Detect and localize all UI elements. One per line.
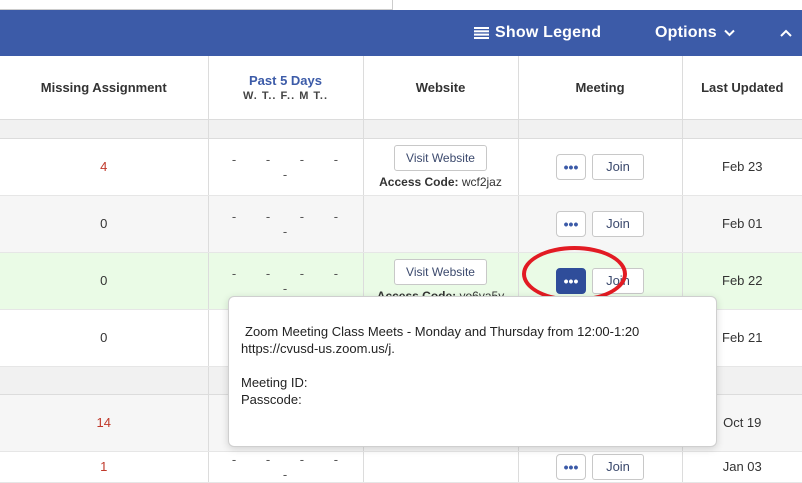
popover-meeting-title: Zoom Meeting Class Meets - Monday and Th… — [245, 324, 640, 339]
missing-count: 0 — [0, 195, 209, 253]
website-cell — [363, 195, 519, 253]
missing-count: 1 — [0, 451, 209, 483]
chevron-up-icon — [780, 29, 792, 37]
table-row: 1 - - - - - ••• Join Jan 03 — [0, 451, 802, 483]
column-header-last-updated[interactable]: Last Updated — [682, 56, 802, 120]
visit-website-button[interactable]: Visit Website — [394, 144, 487, 171]
chevron-down-icon — [724, 29, 735, 37]
column-header-meeting[interactable]: Meeting — [518, 56, 683, 120]
missing-count: 4 — [0, 138, 209, 196]
column-header-label: Website — [415, 79, 466, 95]
column-header-missing[interactable]: Missing Assignment — [0, 56, 209, 120]
column-header-label: Last Updated — [701, 79, 784, 95]
last-updated: Feb 01 — [682, 195, 802, 253]
column-header-website[interactable]: Website — [363, 56, 519, 120]
visit-website-button[interactable]: Visit Website — [394, 258, 487, 285]
column-header-past-days[interactable]: Past 5 Days W. T.. F.. M T.. — [208, 56, 364, 120]
past-days-letters: W. T.. F.. M T.. — [242, 89, 329, 102]
past-days-dashes: - - - - - — [208, 195, 364, 253]
popover-gap — [241, 357, 702, 374]
last-updated: Feb 23 — [682, 138, 802, 196]
more-dots-icon[interactable]: ••• — [556, 210, 586, 237]
meeting-cell: ••• Join — [518, 451, 683, 483]
meeting-cell: ••• Join — [518, 138, 683, 196]
join-button[interactable]: Join — [592, 210, 644, 237]
list-icon — [474, 27, 489, 39]
show-legend-button[interactable]: Show Legend — [474, 10, 601, 56]
toolbar: Show Legend Options — [0, 10, 802, 56]
website-cell: Visit Website Access Code: wcf2jaz — [363, 138, 519, 196]
access-code: Access Code: wcf2jaz — [364, 175, 518, 189]
collapse-button[interactable] — [780, 10, 792, 56]
past-days-dashes: - - - - - — [208, 138, 364, 196]
missing-count: 0 — [0, 309, 209, 367]
show-legend-label: Show Legend — [495, 24, 602, 41]
spacer-row — [0, 119, 802, 139]
missing-count: 14 — [0, 394, 209, 452]
more-dots-icon[interactable]: ••• — [556, 267, 586, 294]
meeting-info-popover: Zoom Meeting Class Meets - Monday and Th… — [228, 296, 717, 447]
popover-meeting-id: Meeting ID: — [241, 375, 308, 390]
column-header-label: Missing Assignment — [40, 79, 167, 95]
last-updated: Jan 03 — [682, 451, 802, 483]
website-cell — [363, 451, 519, 483]
options-button[interactable]: Options — [655, 10, 735, 56]
join-button[interactable]: Join — [592, 453, 644, 480]
column-header-label: Meeting — [575, 79, 625, 95]
join-button[interactable]: Join — [592, 267, 644, 294]
more-dots-icon[interactable]: ••• — [556, 153, 586, 180]
divider — [392, 0, 393, 10]
access-code-label: Access Code: — [379, 174, 459, 189]
table-row: 0 - - - - - ••• Join Feb 01 — [0, 195, 802, 253]
past-days-title: Past 5 Days — [249, 72, 322, 88]
missing-count: 0 — [0, 252, 209, 310]
options-label: Options — [655, 24, 717, 41]
top-strip — [0, 0, 802, 10]
popover-meeting-link[interactable]: https://cvusd-us.zoom.us/j. — [241, 340, 702, 357]
past-days-dashes: - - - - - — [208, 451, 364, 483]
access-code-value: wcf2jaz — [461, 174, 502, 189]
table-row: 4 - - - - - Visit Website Access Code: w… — [0, 138, 802, 196]
more-dots-icon[interactable]: ••• — [556, 453, 586, 480]
join-button[interactable]: Join — [592, 153, 644, 180]
meeting-cell: ••• Join — [518, 195, 683, 253]
popover-passcode: Passcode: — [241, 392, 302, 407]
